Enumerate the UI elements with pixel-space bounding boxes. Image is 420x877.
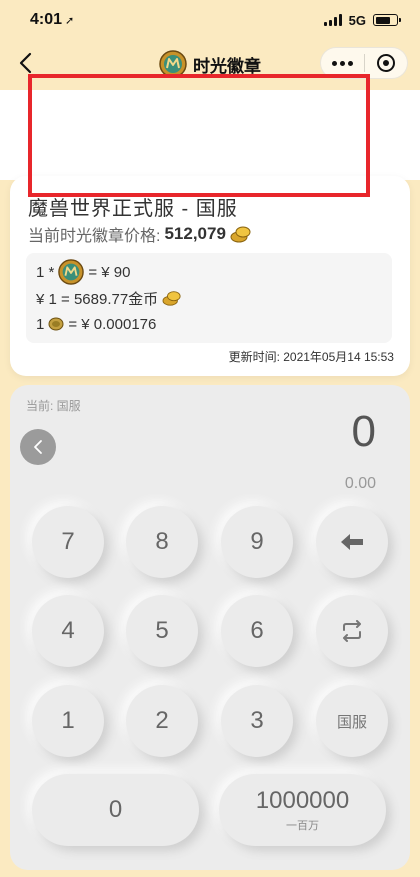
status-right: 5G [323,12,401,28]
clear-button[interactable] [20,429,56,465]
key-million[interactable]: 1000000 一百万 [219,774,386,846]
rate-row-badge: 1 * = ¥ 90 [36,259,382,285]
key-5[interactable]: 5 [126,595,198,667]
status-time-text: 4:01 [30,11,63,28]
nav-title: 时光徽章 [193,56,261,76]
status-time: 4:01 ➚ [30,11,74,29]
key-0[interactable]: 0 [32,774,199,846]
update-time: 更新时间: 2021年05月14 15:53 [228,350,394,364]
rate-copper-prefix: 1 [36,315,45,333]
status-bar: 4:01 ➚ 5G [0,0,420,40]
backspace-icon [341,534,363,550]
rate-row-copper: 1 = ¥ 0.000176 [36,311,382,337]
display-value: 0 [351,407,376,456]
calculator-panel: 当前: 国服 0 0.00 7 8 9 4 5 6 1 2 3 国服 0 100… [10,385,410,870]
battery-icon [373,14,401,26]
price-card: 魔兽世界正式服 - 国服 当前时光徽章价格: 512,079 1 * = ¥ 9… [10,176,410,376]
key-7[interactable]: 7 [32,506,104,578]
chevron-left-icon [34,440,42,454]
key-8[interactable]: 8 [126,506,198,578]
rate-copper-value: = ¥ 0.000176 [68,315,157,333]
key-9[interactable]: 9 [221,506,293,578]
key-6[interactable]: 6 [221,595,293,667]
swap-button[interactable] [316,595,388,667]
signal-icon [323,14,342,26]
gold-coins-icon [162,291,181,306]
swap-icon [343,620,361,642]
price-value: 512,079 [164,224,226,243]
key-million-label: 1000000 [255,787,350,814]
rate-badge-prefix: 1 * [36,263,55,281]
copper-coin-icon [48,317,64,331]
exchange-rates: 1 * = ¥ 90 ¥ 1 = 5689.77金币 1 = ¥ 0.00017… [26,253,392,343]
more-dots-icon [331,60,353,66]
rate-row-gold: ¥ 1 = 5689.77金币 [36,285,382,311]
region-button[interactable]: 国服 [316,685,388,757]
network-type: 5G [348,12,366,28]
close-miniprogram-button[interactable] [365,48,408,78]
current-server-label: 当前: 国服 [26,399,81,413]
badge-token-icon [58,259,85,285]
price-line: 当前时光徽章价格: 512,079 [28,222,252,246]
price-label: 当前时光徽章价格: [28,228,161,245]
rate-gold-text: ¥ 1 = 5689.77金币 [36,290,159,308]
display-subvalue: 0.00 [344,475,376,492]
location-arrow-icon: ➚ [65,15,75,27]
backspace-button[interactable] [316,506,388,578]
rate-badge-value: = ¥ 90 [88,263,131,281]
target-icon [376,54,395,72]
key-1[interactable]: 1 [32,685,104,757]
key-3[interactable]: 3 [221,685,293,757]
key-4[interactable]: 4 [32,595,104,667]
key-million-sublabel: 一百万 [286,820,319,832]
gold-coins-icon [230,226,251,243]
highlight-box [28,74,370,197]
key-2[interactable]: 2 [126,685,198,757]
